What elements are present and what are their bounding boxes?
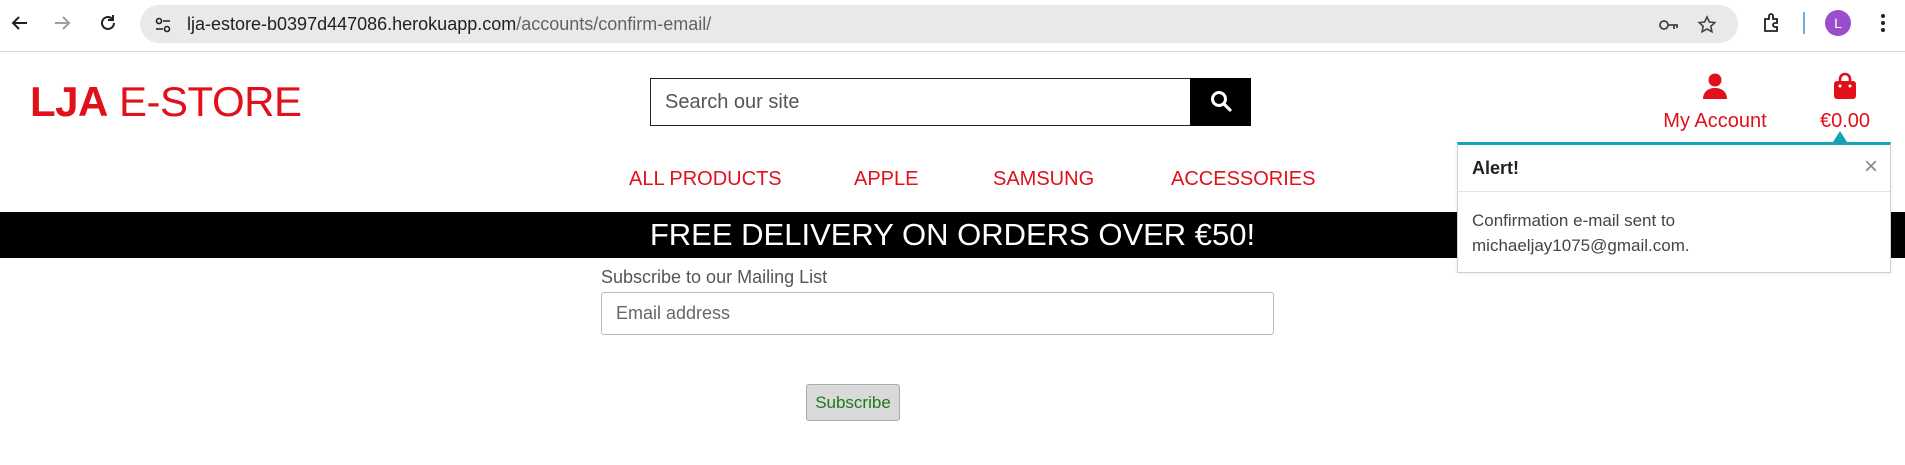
toast-message: Confirmation e-mail sent to michaeljay10… [1472, 208, 1872, 258]
search-input[interactable] [650, 78, 1191, 126]
my-account-link[interactable]: My Account [1660, 72, 1770, 133]
alert-toast: Alert! × Confirmation e-mail sent to mic… [1457, 142, 1891, 273]
bag-total: €0.00 [1819, 110, 1871, 132]
newsletter-label: Subscribe to our Mailing List [601, 267, 828, 287]
reload-icon[interactable] [93, 8, 123, 38]
nav-all-products[interactable]: ALL PRODUCTS [629, 166, 782, 192]
profile-avatar[interactable]: L [1825, 10, 1851, 36]
search-form [650, 78, 1251, 126]
menu-dots-icon[interactable] [1868, 8, 1898, 38]
url-host: lja-estore-b0397d447086.herokuapp.com [187, 14, 517, 34]
toast-arrow [1833, 131, 1847, 142]
site-logo[interactable]: LJA E-STORE [30, 78, 302, 126]
user-icon [1702, 73, 1728, 104]
nav-samsung[interactable]: SAMSUNG [993, 166, 1094, 192]
shopping-bag-icon [1833, 72, 1857, 104]
newsletter-email-input[interactable] [601, 292, 1274, 335]
toast-message-line2: michaeljay1075@gmail.com. [1472, 236, 1690, 255]
password-key-icon[interactable] [1658, 14, 1680, 36]
search-icon [1210, 90, 1232, 115]
url-text: lja-estore-b0397d447086.herokuapp.com/ac… [187, 14, 711, 34]
nav-apple[interactable]: APPLE [854, 166, 918, 192]
close-icon[interactable]: × [1864, 154, 1878, 180]
toast-header: Alert! × [1458, 145, 1890, 192]
forward-icon[interactable] [47, 8, 77, 38]
toast-title: Alert! [1472, 158, 1520, 178]
nav-accessories[interactable]: ACCESSORIES [1171, 166, 1315, 192]
my-account-label: My Account [1663, 110, 1767, 132]
shopping-bag-link[interactable]: €0.00 [1815, 72, 1875, 133]
bookmark-star-icon[interactable] [1696, 14, 1718, 36]
extensions-icon[interactable] [1757, 8, 1787, 38]
toast-message-line1: Confirmation e-mail sent to [1472, 211, 1676, 230]
logo-bold: LJA [30, 78, 108, 125]
back-icon[interactable] [5, 8, 35, 38]
url-path: /accounts/confirm-email/ [516, 14, 712, 34]
search-button[interactable] [1190, 78, 1251, 126]
browser-toolbar: lja-estore-b0397d447086.herokuapp.com/ac… [0, 0, 1905, 52]
subscribe-button[interactable]: Subscribe [806, 384, 900, 421]
logo-light: E-STORE [107, 78, 302, 125]
toolbar-divider [1803, 12, 1805, 34]
address-bar[interactable]: lja-estore-b0397d447086.herokuapp.com/ac… [140, 5, 1738, 43]
site-settings-icon[interactable] [152, 14, 174, 36]
